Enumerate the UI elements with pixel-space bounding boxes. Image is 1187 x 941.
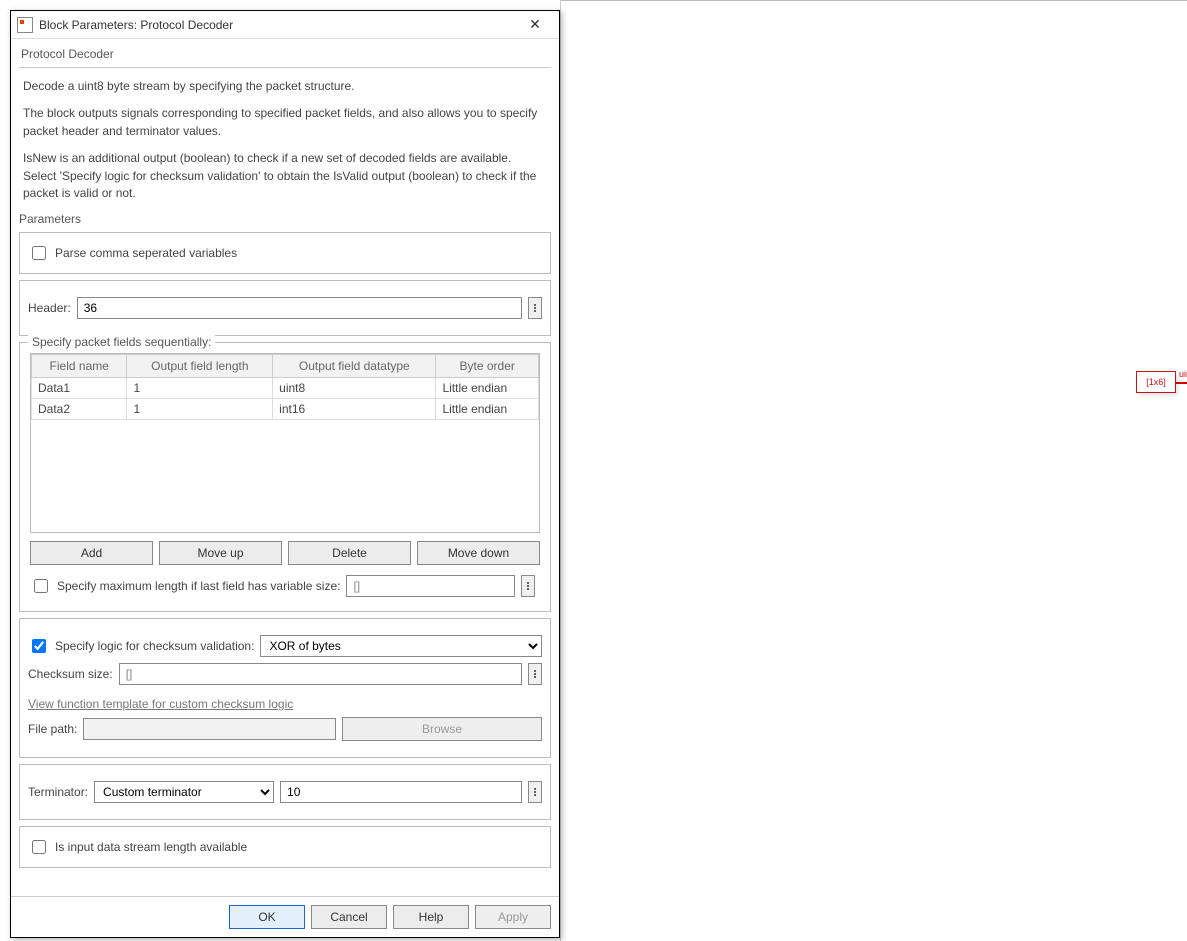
- add-button[interactable]: Add: [30, 541, 153, 565]
- specify-checksum-label: Specify logic for checksum validation:: [55, 639, 254, 653]
- cell[interactable]: Data1: [32, 378, 127, 399]
- parameters-heading: Parameters: [19, 212, 551, 226]
- terminator-more-icon[interactable]: [528, 781, 542, 803]
- col-output-datatype[interactable]: Output field datatype: [273, 355, 436, 378]
- cell[interactable]: 1: [127, 399, 273, 420]
- packet-fields-table[interactable]: Field name Output field length Output fi…: [31, 354, 539, 420]
- checksum-method-select[interactable]: XOR of bytes: [260, 635, 542, 657]
- dialog-title: Block Parameters: Protocol Decoder: [39, 18, 517, 32]
- move-up-button[interactable]: Move up: [159, 541, 282, 565]
- move-down-button[interactable]: Move down: [417, 541, 540, 565]
- description-1: Decode a uint8 byte stream by specifying…: [23, 78, 547, 95]
- terminator-label: Terminator:: [28, 785, 88, 799]
- cell[interactable]: Little endian: [436, 399, 539, 420]
- col-byte-order[interactable]: Byte order: [436, 355, 539, 378]
- filepath-label: File path:: [28, 722, 77, 736]
- max-length-checkbox[interactable]: [34, 579, 48, 593]
- parse-csv-checkbox[interactable]: [32, 246, 46, 260]
- checksum-size-more-icon[interactable]: [528, 663, 542, 685]
- stream-length-label: Is input data stream length available: [55, 840, 247, 854]
- max-length-label: Specify maximum length if last field has…: [57, 579, 340, 593]
- view-template-link[interactable]: View function template for custom checks…: [28, 697, 293, 711]
- packet-fields-group-title: Specify packet fields sequentially:: [28, 335, 215, 349]
- max-length-input: [346, 575, 515, 597]
- filepath-input: [83, 718, 336, 740]
- ok-button[interactable]: OK: [229, 905, 305, 929]
- signal-label-uint8: uint8: [1179, 369, 1187, 379]
- max-length-more-icon[interactable]: [521, 575, 535, 597]
- cancel-button[interactable]: Cancel: [311, 905, 387, 929]
- titlebar[interactable]: Block Parameters: Protocol Decoder ✕: [11, 11, 559, 39]
- help-button[interactable]: Help: [393, 905, 469, 929]
- checksum-size-input: [119, 663, 522, 685]
- table-row[interactable]: Data1 1 uint8 Little endian: [32, 378, 539, 399]
- cell[interactable]: 1: [127, 378, 273, 399]
- cell[interactable]: int16: [273, 399, 436, 420]
- col-output-length[interactable]: Output field length: [127, 355, 273, 378]
- close-icon[interactable]: ✕: [517, 16, 553, 33]
- description-2: The block outputs signals corresponding …: [23, 105, 547, 140]
- delete-button[interactable]: Delete: [288, 541, 411, 565]
- specify-checksum-checkbox[interactable]: [32, 639, 46, 653]
- col-field-name[interactable]: Field name: [32, 355, 127, 378]
- browse-button[interactable]: Browse: [342, 717, 542, 741]
- wire: [1176, 382, 1187, 384]
- dialog-buttons: OK Cancel Help Apply: [11, 896, 559, 937]
- cell[interactable]: Data2: [32, 399, 127, 420]
- cell[interactable]: uint8: [273, 378, 436, 399]
- table-row[interactable]: Data2 1 int16 Little endian: [32, 399, 539, 420]
- block-parameters-dialog: Block Parameters: Protocol Decoder ✕ Pro…: [10, 10, 560, 938]
- header-more-icon[interactable]: [528, 297, 542, 319]
- simulink-canvas[interactable]: [1x6] uint8 36 25 141 255 107 10 Data Da…: [560, 0, 1187, 941]
- description-3: IsNew is an additional output (boolean) …: [23, 150, 547, 202]
- terminator-mode-select[interactable]: Custom terminator: [94, 781, 274, 803]
- terminator-value-input[interactable]: [280, 781, 522, 803]
- checksum-size-label: Checksum size:: [28, 667, 113, 681]
- app-icon: [17, 17, 33, 33]
- header-label: Header:: [28, 301, 71, 315]
- header-input[interactable]: [77, 297, 522, 319]
- stream-length-checkbox[interactable]: [32, 840, 46, 854]
- apply-button[interactable]: Apply: [475, 905, 551, 929]
- parse-csv-label: Parse comma seperated variables: [55, 246, 237, 260]
- cell[interactable]: Little endian: [436, 378, 539, 399]
- block-name-heading: Protocol Decoder: [19, 45, 551, 68]
- source-block[interactable]: [1x6]: [1136, 371, 1176, 393]
